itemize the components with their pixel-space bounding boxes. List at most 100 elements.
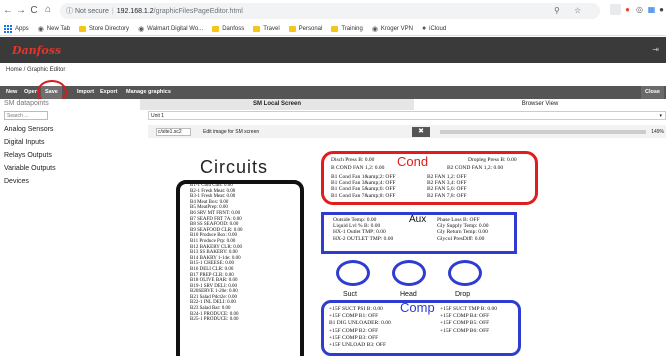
comp-row: +15F SUCT TMP B: 0.00 bbox=[440, 306, 497, 312]
bookmark-travel[interactable]: Travel bbox=[253, 25, 280, 32]
tab-browser-view[interactable]: Browser View bbox=[414, 99, 666, 110]
bookmark-label: iCloud bbox=[429, 25, 447, 32]
aux-row: HX-2 OUTLET TMP: 0.00 bbox=[333, 235, 394, 242]
datapoints-sidebar: SM datapoints Analog Sensors Digital Inp… bbox=[0, 99, 140, 356]
tools-icon[interactable]: ✖ bbox=[412, 127, 430, 137]
comp-row: +15F UNLOAD B3: OFF bbox=[329, 342, 387, 349]
danfoss-logo: Danfoss bbox=[12, 44, 62, 57]
folder-icon bbox=[79, 25, 87, 32]
bookmark-label: Kroger VPN bbox=[380, 25, 413, 32]
circuit-row: B25-1 PRODUCE: 0.00 bbox=[190, 317, 239, 323]
bookmark-apps[interactable]: Apps bbox=[4, 24, 29, 33]
suct-gauge[interactable] bbox=[336, 260, 370, 286]
folder-icon bbox=[212, 25, 220, 32]
graphic-file-select[interactable]: c/site1.sc2 bbox=[156, 128, 191, 136]
chevron-down-icon: ▾ bbox=[659, 113, 662, 119]
export-button[interactable]: Export bbox=[96, 86, 121, 99]
back-icon[interactable]: ← bbox=[2, 5, 14, 16]
edit-image-label: Edit image for SM screen bbox=[203, 129, 260, 135]
comp-row: +15F COMP B6: OFF bbox=[440, 327, 490, 334]
suct-label: Suct bbox=[343, 291, 358, 298]
cond-fan-value: B COND FAN 1,2: 0.00 bbox=[331, 165, 385, 171]
circuits-title: Circuits bbox=[200, 157, 269, 177]
zoom-icon[interactable]: ⚲ bbox=[554, 6, 560, 15]
aux-list-right: Phase Loss B: OFF Gly Supply Temp: 0.00 … bbox=[437, 217, 488, 242]
comp-row: +15F COMP B2: OFF bbox=[329, 327, 379, 334]
unit-select[interactable]: Unit 1 ▾ bbox=[148, 111, 666, 120]
zoom-level: 149% bbox=[651, 129, 664, 135]
comp-list-left: +15F SUCT PSI B: 0.00 +15F COMP B1: OFF … bbox=[329, 306, 391, 349]
home-icon[interactable]: ⌂ bbox=[42, 4, 54, 15]
comp-row: B1 DIG UNLOADER: 0.00 bbox=[329, 320, 391, 327]
folder-icon bbox=[331, 25, 339, 32]
address-bar[interactable]: ⓘ Not secure | 192.168.1.2 /graphicFiles… bbox=[60, 3, 600, 19]
bookmark-walmart[interactable]: ◉ Walmart Digital Wo... bbox=[138, 25, 203, 33]
extension-icon[interactable]: ● bbox=[622, 4, 633, 15]
close-button[interactable]: Close bbox=[641, 86, 664, 99]
aux-row: Gly Return Temp: 0.00 bbox=[437, 229, 488, 236]
tab-sm-local-screen[interactable]: SM Local Screen bbox=[140, 99, 414, 110]
cond-fan-row: B2 FAN 7,8: OFF bbox=[427, 192, 467, 199]
globe-icon: ◉ bbox=[138, 25, 145, 33]
cond-fan-row: B1 Cond Fan 7&amp;8: OFF bbox=[331, 192, 396, 199]
page-root: ← → C ⌂ ⓘ Not secure | 192.168.1.2 /grap… bbox=[0, 0, 666, 356]
bookmarks-bar: Apps ◉ New Tab Store Directory ◉ Walmart… bbox=[0, 22, 666, 36]
import-button[interactable]: Import bbox=[73, 86, 98, 99]
new-button[interactable]: New bbox=[2, 86, 21, 99]
manage-graphics-button[interactable]: Manage graphics bbox=[122, 86, 175, 99]
apps-grid-icon bbox=[4, 24, 12, 33]
sidebar-item-relays-outputs[interactable]: Relays Outputs bbox=[4, 152, 52, 159]
editor-controls: c/site1.sc2 Edit image for SM screen ✖ 1… bbox=[148, 125, 666, 138]
folder-icon bbox=[253, 25, 261, 32]
bookmark-label: Training bbox=[341, 25, 363, 32]
url-separator: | bbox=[111, 7, 114, 15]
sidebar-item-analog-sensors[interactable]: Analog Sensors bbox=[4, 126, 53, 133]
profile-avatar-icon[interactable]: ● bbox=[656, 4, 666, 15]
drop-label: Drop bbox=[455, 291, 471, 298]
view-tabs: SM Local Screen Browser View bbox=[140, 99, 666, 110]
aux-title: Aux bbox=[409, 214, 427, 225]
forward-icon[interactable]: → bbox=[15, 5, 27, 16]
head-gauge[interactable] bbox=[392, 260, 426, 286]
folder-icon bbox=[288, 25, 296, 32]
bookmark-star-icon[interactable]: ☆ bbox=[574, 6, 581, 15]
sidebar-item-variable-outputs[interactable]: Variable Outputs bbox=[4, 165, 56, 172]
bookmark-label: Personal bbox=[298, 25, 323, 32]
save-button[interactable]: Save bbox=[41, 86, 62, 99]
bookmark-store-directory[interactable]: Store Directory bbox=[79, 25, 129, 32]
bookmark-danfoss[interactable]: Danfoss bbox=[212, 25, 245, 32]
extension-icon[interactable]: ◎ bbox=[634, 4, 645, 15]
url-host: 192.168.1.2 bbox=[116, 7, 154, 15]
aux-list-left: Outside Temp: 0.00 Liquid Lvl % B: 0.00 … bbox=[333, 217, 393, 242]
bookmark-training[interactable]: Training bbox=[331, 25, 363, 32]
bookmark-label: Danfoss bbox=[222, 25, 245, 32]
bookmark-kroger-vpn[interactable]: ◉ Kroger VPN bbox=[372, 25, 413, 33]
extension-icon[interactable] bbox=[610, 4, 621, 15]
security-label: Not secure bbox=[75, 7, 109, 15]
head-label: Head bbox=[400, 291, 417, 298]
sidebar-item-devices[interactable]: Devices bbox=[4, 178, 29, 185]
bookmark-new-tab[interactable]: ◉ New Tab bbox=[38, 25, 70, 33]
globe-icon: ◉ bbox=[371, 25, 378, 33]
sidebar-title: SM datapoints bbox=[4, 100, 49, 107]
comp-title: Comp bbox=[400, 300, 435, 315]
bookmark-label: Travel bbox=[263, 25, 280, 32]
bookmark-personal[interactable]: Personal bbox=[288, 25, 323, 32]
info-icon[interactable]: ⓘ bbox=[66, 6, 73, 16]
comp-row: +15F COMP B3: OFF bbox=[329, 334, 379, 341]
zoom-slider[interactable] bbox=[440, 130, 646, 134]
cond-fan-list-left: B1 Cond Fan 1&amp;2: OFF B1 Cond Fan 3&a… bbox=[331, 174, 395, 199]
comp-list-right: +15F SUCT TMP B: 0.00 +15F COMP B4: OFF … bbox=[440, 306, 497, 335]
sidebar-item-digital-inputs[interactable]: Digital Inputs bbox=[4, 139, 44, 146]
drop-gauge[interactable] bbox=[448, 260, 482, 286]
reload-icon[interactable]: C bbox=[28, 5, 40, 16]
unit-select-value: Unit 1 bbox=[151, 113, 165, 119]
logout-icon[interactable]: ⇥ bbox=[652, 45, 659, 54]
comp-row: +15F SUCT PSI B: 0.00 bbox=[329, 306, 383, 312]
comp-row: +15F COMP B5: OFF bbox=[440, 320, 490, 327]
datapoint-search-input[interactable] bbox=[4, 111, 48, 120]
bookmark-icloud[interactable]: ● iCloud bbox=[422, 25, 446, 32]
open-button[interactable]: Open bbox=[20, 86, 42, 99]
cond-fan-row: B1 Cond Fan 5&amp;6: OFF bbox=[331, 186, 396, 193]
bookmark-label: New Tab bbox=[46, 25, 71, 32]
